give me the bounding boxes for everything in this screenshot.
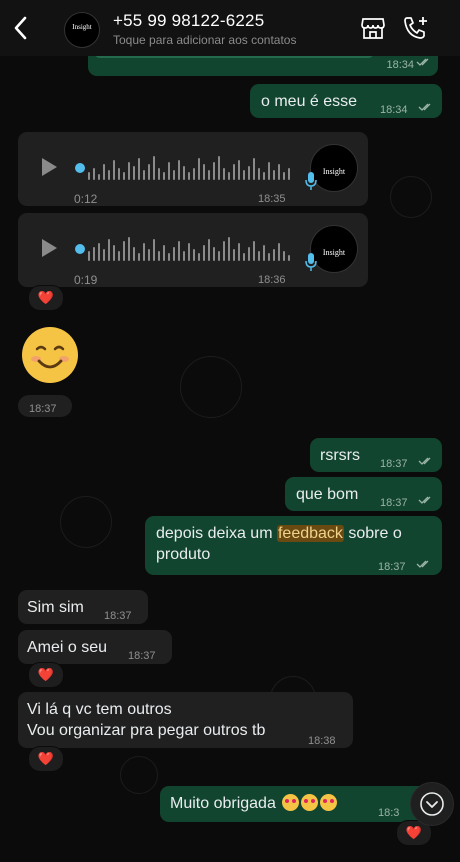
play-icon[interactable] [42,158,57,176]
wallpaper-doodle [390,176,432,218]
outgoing-message[interactable]: depois deixa um feedback sobre o produto… [145,516,442,575]
message-text-part: depois deixa um [156,525,277,542]
message-text: Vi lá q vc tem outros Vou organizar pra … [27,699,265,741]
chevron-down-icon [420,792,444,816]
smiling-face-icon [23,328,77,382]
highlighted-word[interactable]: feedback [276,525,344,542]
message-line: Vi lá q vc tem outros [27,701,172,718]
message-time: 18:37 [128,650,156,662]
audio-waveform[interactable] [88,154,298,180]
message-time: 18:38 [308,735,336,747]
voice-message[interactable]: 0:12 18:35 Insight [18,132,368,206]
incoming-message[interactable]: Amei o seu 18:37 [18,630,172,664]
message-text: que bom [296,486,359,503]
heart-eyes-emoji-icon [301,794,319,811]
microphone-icon [305,172,317,190]
chat-header: Insight +55 99 98122-6225 Toque para adi… [0,0,460,56]
smiling-face-emoji-icon[interactable] [22,327,78,383]
playback-position-dot[interactable] [75,163,85,173]
message-time: 18:35 [258,193,286,205]
heart-eyes-emoji-icon [282,794,300,811]
audio-waveform[interactable] [88,235,298,261]
message-time: 18:37 [380,458,408,470]
message-text: o meu é esse [261,93,358,110]
incoming-message[interactable]: Sim sim 18:37 [18,590,148,624]
message-time: 18:37 [378,561,406,573]
outgoing-message[interactable]: que bom 18:37 [285,477,442,511]
message-text: rsrsrs [320,447,360,464]
message-time: 18:3 [378,807,400,819]
voice-message[interactable]: 0:19 18:36 Insight [18,213,368,287]
heart-reaction[interactable]: ❤️ [28,662,64,688]
message-time: 18:37 [380,497,408,509]
heart-eyes-emoji-icon [320,794,338,811]
heart-reaction[interactable]: ❤️ [28,746,64,772]
sender-avatar: Insight [310,144,358,192]
wallpaper-doodle [120,756,158,794]
outgoing-message[interactable]: Muito obrigada 18:3 [160,786,442,822]
message-time: 18:37 [104,610,132,622]
message-time: 18:36 [258,274,286,286]
add-call-icon[interactable] [402,15,430,41]
message-time: 18:37 [29,403,57,415]
message-time: 18:34 [380,104,408,116]
play-icon[interactable] [42,239,57,257]
sticker-time-badge: 18:37 [18,395,72,417]
message-text-part: produto [156,546,211,563]
outgoing-message[interactable]: rsrsrs 18:37 [310,438,442,472]
heart-reaction[interactable]: ❤️ [28,285,64,311]
avatar-logo-text: Insight [72,23,92,31]
contact-number[interactable]: +55 99 98122-6225 [113,11,264,31]
playback-position-dot[interactable] [75,244,85,254]
read-ticks-icon [416,560,429,568]
message-text-part: sobre o [343,525,402,542]
avatar-logo-text: Insight [322,248,346,257]
store-icon[interactable] [360,16,386,40]
scroll-to-bottom-button[interactable] [410,782,454,826]
audio-duration: 0:19 [74,273,98,287]
message-text: Amei o seu [27,639,108,656]
message-text: Muito obrigada [170,793,338,814]
avatar-logo-text: Insight [322,167,346,176]
message-text-part: Muito obrigada [170,795,276,812]
contact-avatar[interactable]: Insight [64,12,100,48]
read-ticks-icon [418,103,431,111]
audio-duration: 0:12 [74,192,98,206]
back-arrow-icon[interactable] [10,14,32,42]
sender-avatar: Insight [310,225,358,273]
microphone-icon [305,253,317,271]
message-text: Sim sim [27,599,84,616]
wallpaper-doodle [180,356,242,418]
incoming-message[interactable]: Vi lá q vc tem outros Vou organizar pra … [18,692,353,748]
add-contact-hint[interactable]: Toque para adicionar aos contatos [113,33,296,47]
message-line: Vou organizar pra pegar outros tb [27,722,266,739]
read-ticks-icon [418,457,431,465]
read-ticks-icon [416,58,429,66]
wallpaper-doodle [60,496,112,548]
read-ticks-icon [418,496,431,504]
outgoing-message[interactable]: o meu é esse 18:34 [250,84,442,118]
message-time: 18:34 [386,59,414,71]
